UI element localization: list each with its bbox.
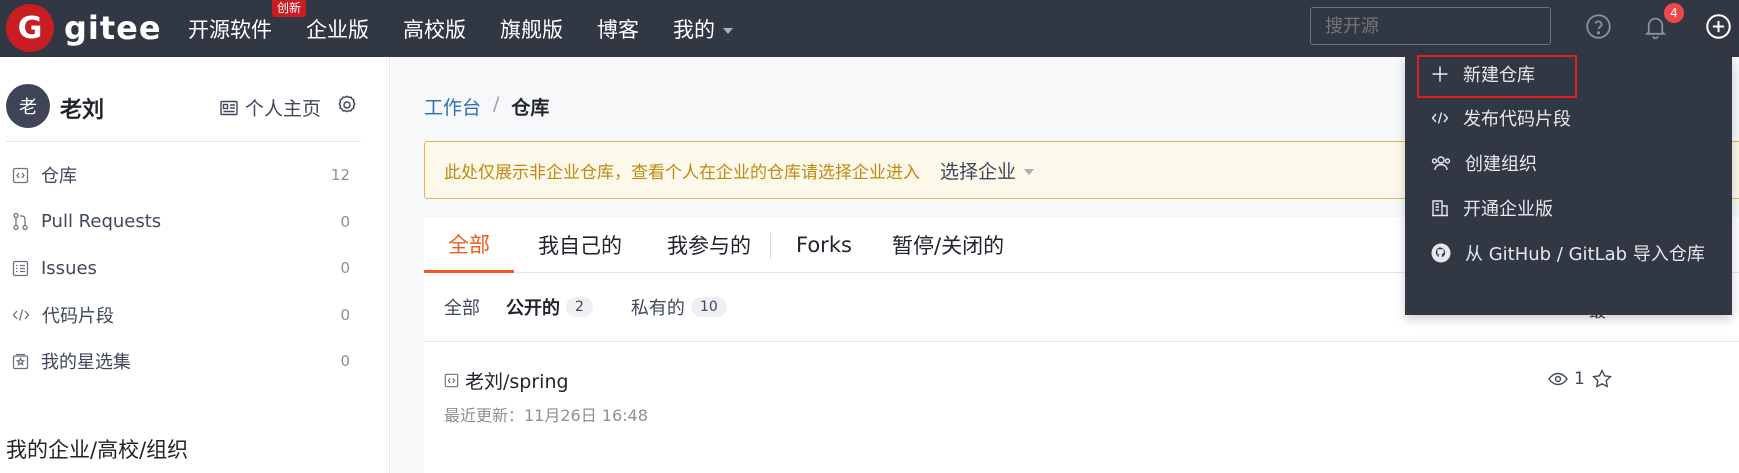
plus-icon[interactable] <box>1705 13 1732 40</box>
sidebar-item-count: 0 <box>340 212 350 231</box>
user-name[interactable]: 老刘 <box>60 92 104 124</box>
github-icon <box>1431 243 1451 263</box>
sidebar-item-count: 0 <box>340 352 350 371</box>
tab-forks[interactable]: Forks <box>796 217 852 273</box>
menu-item-label: 从 GitHub / GitLab 导入仓库 <box>1465 244 1705 265</box>
eye-icon <box>1548 372 1568 386</box>
tab-mine[interactable]: 我自己的 <box>538 217 622 273</box>
pull-request-icon <box>13 213 28 231</box>
sidebar-item-count: 0 <box>340 305 350 324</box>
sidebar-item-count: 0 <box>340 259 350 278</box>
sidebar-item-snippets[interactable]: 代码片段 0 <box>12 292 350 339</box>
sidebar-item-repos[interactable]: 仓库 12 <box>12 152 350 199</box>
sidebar-item-label: 仓库 <box>41 166 77 188</box>
nav-enterprise[interactable]: 企业版 <box>306 14 369 44</box>
nav-mine[interactable]: 我的 <box>673 14 733 44</box>
breadcrumb-workbench-link[interactable]: 工作台 <box>424 93 481 120</box>
menu-item-create-org[interactable]: 创建组织 <box>1431 148 1537 178</box>
gear-icon[interactable] <box>336 94 358 116</box>
tab-paused-closed[interactable]: 暂停/关闭的 <box>892 217 1004 273</box>
enterprise-icon <box>1432 200 1448 217</box>
menu-item-label: 开通企业版 <box>1463 199 1553 220</box>
code-icon <box>12 309 30 321</box>
nav-flagship[interactable]: 旗舰版 <box>500 14 563 44</box>
help-icon[interactable] <box>1585 13 1612 40</box>
sidebar-nav-list: 仓库 12 Pull Requests 0 Issues 0 代码片段 0 我的… <box>12 152 350 385</box>
left-sidebar: 老 老刘 个人主页 仓库 12 Pull Requests 0 Issues 0… <box>0 57 390 473</box>
filter-all[interactable]: 全部 <box>444 294 480 320</box>
repo-watch-button[interactable]: 1 <box>1548 369 1585 389</box>
nav-education[interactable]: 高校版 <box>403 14 466 44</box>
nav-blog[interactable]: 博客 <box>597 14 639 44</box>
repo-name-link[interactable]: 老刘/spring <box>465 367 569 394</box>
select-enterprise-dropdown[interactable]: 选择企业 <box>940 157 1035 184</box>
id-card-icon <box>220 100 238 115</box>
tab-participated[interactable]: 我参与的 <box>667 217 751 273</box>
personal-homepage-label: 个人主页 <box>245 98 322 120</box>
repo-icon <box>12 167 29 183</box>
filter-public-count: 2 <box>566 297 593 317</box>
sidebar-item-label: 我的星选集 <box>41 352 131 374</box>
tab-all[interactable]: 全部 <box>424 217 514 273</box>
select-enterprise-label: 选择企业 <box>940 160 1017 183</box>
sidebar-item-label: Issues <box>41 257 97 279</box>
issues-icon <box>12 260 29 276</box>
nav-mine-label: 我的 <box>673 17 715 42</box>
breadcrumb: 工作台 / 仓库 <box>424 93 549 120</box>
menu-item-import-repo[interactable]: 从 GitHub / GitLab 导入仓库 <box>1431 238 1705 268</box>
plus-icon <box>1432 66 1448 82</box>
menu-item-enterprise[interactable]: 开通企业版 <box>1431 193 1553 223</box>
notification-count-badge: 4 <box>1664 3 1684 23</box>
organizations-heading: 我的企业/高校/组织 <box>6 438 189 462</box>
main-nav: 开源软件 创新 企业版 高校版 旗舰版 博客 我的 <box>188 0 767 57</box>
new-badge: 创新 <box>272 0 307 17</box>
create-dropdown-menu: 新建仓库 发布代码片段 创建组织 开通企业版 从 GitHub / GitLab… <box>1405 55 1732 315</box>
visibility-filters: 全部 公开的 2 私有的 10 <box>444 287 753 327</box>
repo-title-row: 老刘/spring <box>444 365 569 395</box>
menu-item-new-repo[interactable]: 新建仓库 <box>1431 59 1535 89</box>
star-icon[interactable] <box>1592 369 1612 388</box>
breadcrumb-current: 仓库 <box>511 97 550 119</box>
user-profile-row: 老 老刘 个人主页 <box>6 84 386 130</box>
sidebar-item-pull-requests[interactable]: Pull Requests 0 <box>12 199 350 246</box>
avatar[interactable]: 老 <box>6 84 50 128</box>
repo-watch-count: 1 <box>1574 369 1585 389</box>
code-icon <box>1431 112 1449 124</box>
nav-open-source[interactable]: 开源软件 创新 <box>188 0 307 44</box>
sidebar-item-label: 代码片段 <box>42 305 114 327</box>
filter-public[interactable]: 公开的 2 <box>506 294 593 320</box>
sidebar-item-count: 12 <box>330 166 350 185</box>
filter-private-count: 10 <box>690 297 727 317</box>
nav-open-source-label: 开源软件 <box>188 17 272 42</box>
sidebar-item-issues[interactable]: Issues 0 <box>12 245 350 292</box>
menu-item-label: 发布代码片段 <box>1463 109 1571 130</box>
chevron-down-icon <box>723 27 733 34</box>
gitee-logo-mark: G <box>6 4 54 52</box>
top-navbar: G gitee 开源软件 创新 企业版 高校版 旗舰版 博客 我的 4 <box>0 0 1739 57</box>
repo-icon <box>444 373 459 387</box>
filter-private[interactable]: 私有的 10 <box>631 294 727 320</box>
sidebar-item-label: Pull Requests <box>41 211 162 233</box>
personal-homepage-link[interactable]: 个人主页 <box>220 94 321 121</box>
gitee-logo-text: gitee <box>64 9 162 47</box>
filter-divider <box>424 341 1739 342</box>
breadcrumb-separator: / <box>493 93 500 115</box>
tab-divider <box>770 233 771 259</box>
sidebar-item-star-collections[interactable]: 我的星选集 0 <box>12 338 350 385</box>
gitee-logo[interactable]: G gitee <box>6 4 162 52</box>
menu-item-publish-snippet[interactable]: 发布代码片段 <box>1431 103 1571 133</box>
group-icon <box>1431 156 1451 171</box>
filter-public-label: 公开的 <box>506 298 560 319</box>
menu-item-label: 创建组织 <box>1465 154 1537 175</box>
filter-private-label: 私有的 <box>630 298 685 319</box>
repo-updated-time: 最近更新：11月26日 16:48 <box>444 406 648 425</box>
sidebar-divider <box>6 141 361 142</box>
star-collection-icon <box>12 353 29 369</box>
notice-text: 此处仅展示非企业仓库，查看个人在企业的仓库请选择企业进入 <box>444 162 920 183</box>
search-input[interactable] <box>1310 7 1551 45</box>
chevron-down-icon <box>1024 169 1035 175</box>
menu-item-label: 新建仓库 <box>1463 65 1535 86</box>
